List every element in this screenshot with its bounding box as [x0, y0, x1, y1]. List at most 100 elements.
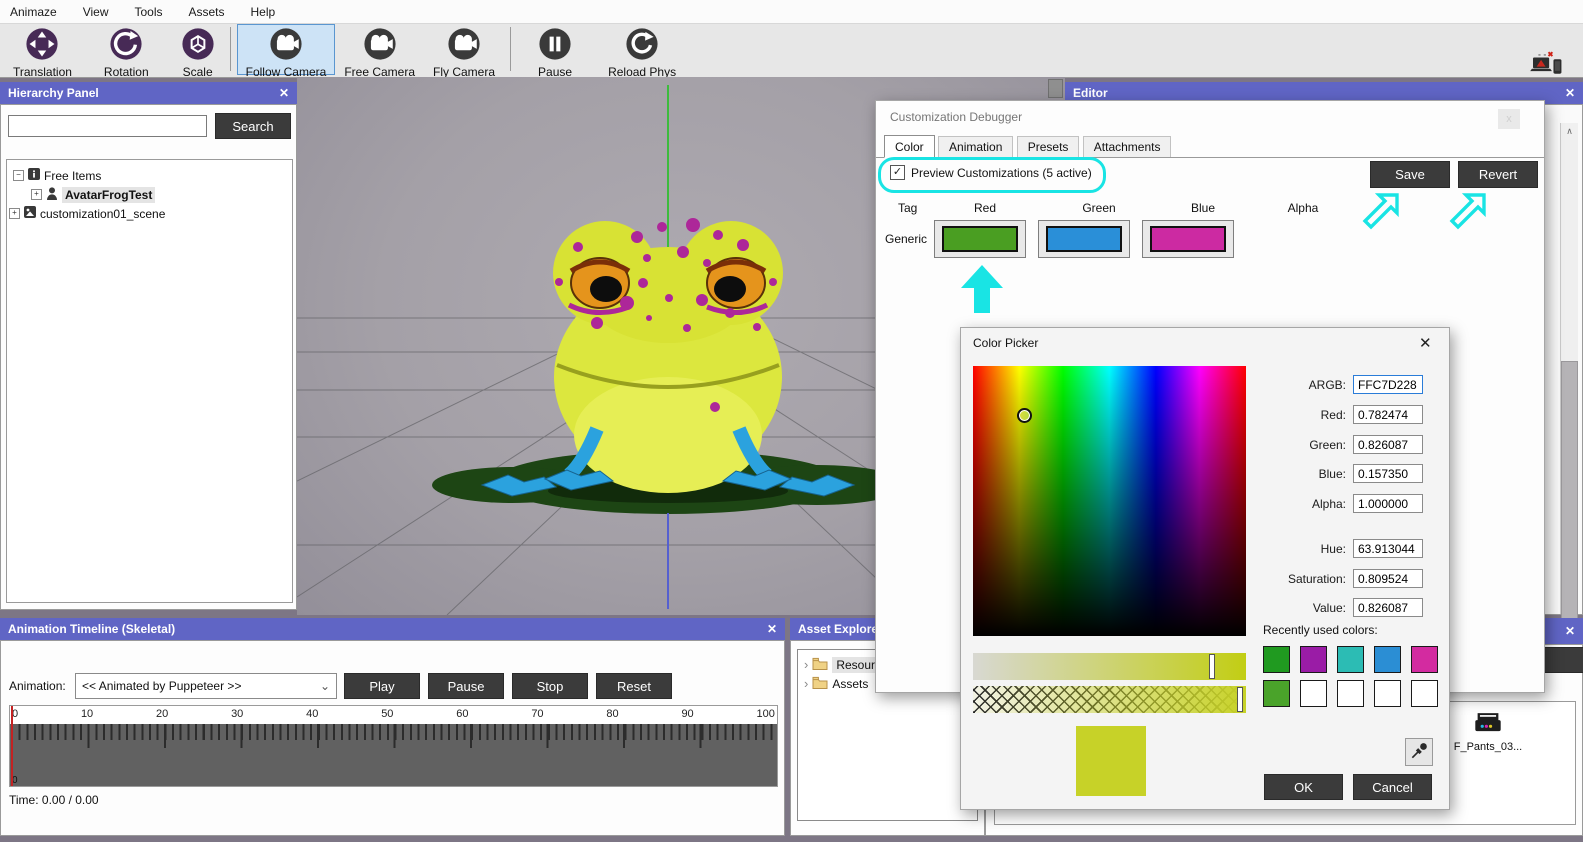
- recent-color-swatch[interactable]: [1411, 646, 1438, 673]
- dialog-close-button[interactable]: x: [1498, 109, 1520, 129]
- recent-color-swatch[interactable]: [1263, 646, 1290, 673]
- gradient-cursor[interactable]: [1017, 408, 1032, 423]
- green-channel-swatch[interactable]: [1038, 220, 1130, 258]
- hue-value-gradient[interactable]: [973, 366, 1246, 636]
- timeline-ruler[interactable]: 0 10 20 30 40 50 60 70 80 90 100 0: [9, 705, 778, 787]
- recent-color-swatch[interactable]: [1337, 646, 1364, 673]
- blue-channel-swatch[interactable]: [1142, 220, 1234, 258]
- menu-tools[interactable]: Tools: [134, 5, 162, 19]
- asset-file-label: F_Pants_03...: [1453, 741, 1523, 753]
- column-header-blue: Blue: [1190, 201, 1216, 215]
- tree-item-label: customization01_scene: [40, 206, 166, 221]
- menu-animaze[interactable]: Animaze: [10, 5, 57, 19]
- tree-item-avatar[interactable]: + AvatarFrogTest: [7, 185, 292, 204]
- current-color-preview: [1076, 726, 1146, 796]
- saturation-slider-handle[interactable]: [1209, 654, 1215, 679]
- hue-input[interactable]: [1353, 539, 1423, 558]
- panel-action-button[interactable]: [1542, 647, 1583, 673]
- hierarchy-panel-titlebar[interactable]: Hierarchy Panel ✕: [0, 82, 297, 104]
- hierarchy-search-button[interactable]: Search: [215, 113, 291, 139]
- alpha-slider-handle[interactable]: [1237, 687, 1243, 712]
- value-input[interactable]: [1353, 598, 1423, 617]
- scale-button[interactable]: Scale: [172, 24, 224, 79]
- tree-item-scene[interactable]: + customization01_scene: [7, 204, 292, 223]
- toolbar: Translation Rotation Scale Follow Camera…: [0, 24, 1583, 95]
- alpha-slider[interactable]: [973, 686, 1246, 713]
- alpha-input[interactable]: [1353, 494, 1423, 513]
- red-input[interactable]: [1353, 405, 1423, 424]
- timeline-panel-titlebar[interactable]: Animation Timeline (Skeletal) ✕: [0, 618, 785, 640]
- green-input[interactable]: [1353, 435, 1423, 454]
- tree-item-free-items[interactable]: − Free Items: [7, 166, 292, 185]
- annotation-arrow-save: [1359, 193, 1399, 236]
- menu-assets[interactable]: Assets: [189, 5, 225, 19]
- color-picker-title: Color Picker: [973, 336, 1039, 350]
- free-camera-button[interactable]: Free Camera: [335, 24, 424, 79]
- rotation-button[interactable]: Rotation: [95, 24, 158, 79]
- tab-color[interactable]: Color: [884, 135, 935, 158]
- scroll-up-icon[interactable]: ∧: [1561, 123, 1578, 140]
- close-icon[interactable]: ✕: [1565, 86, 1575, 100]
- hierarchy-panel: Hierarchy Panel ✕ Search − Free Items + …: [0, 82, 297, 610]
- reload-phys-button[interactable]: Reload Phys: [599, 24, 685, 79]
- rotation-label: Rotation: [103, 65, 149, 79]
- checkbox-check-icon: ✓: [890, 165, 905, 180]
- editor-scrollbar[interactable]: ∧: [1560, 123, 1578, 633]
- translation-button[interactable]: Translation: [4, 24, 81, 79]
- editor-scrollbar-thumb[interactable]: [1561, 361, 1578, 633]
- asset-explorer-title: Asset Explorer: [798, 622, 883, 636]
- expand-icon[interactable]: +: [31, 189, 42, 200]
- hierarchy-search-input[interactable]: [8, 115, 207, 137]
- recent-color-swatch[interactable]: [1263, 680, 1290, 707]
- ok-button[interactable]: OK: [1264, 774, 1343, 800]
- collapse-icon[interactable]: −: [13, 170, 24, 181]
- panel-splitter[interactable]: [1048, 79, 1063, 98]
- timeline-track[interactable]: 0: [10, 724, 777, 786]
- frog-avatar: [480, 218, 856, 497]
- chevron-right-icon[interactable]: ›: [804, 657, 808, 672]
- pause-button-timeline[interactable]: Pause: [428, 673, 504, 699]
- fly-camera-button[interactable]: Fly Camera: [424, 24, 504, 79]
- recent-color-swatch[interactable]: [1374, 680, 1401, 707]
- recent-color-swatch[interactable]: [1374, 646, 1401, 673]
- saturation-input[interactable]: [1353, 569, 1423, 588]
- red-channel-swatch[interactable]: [934, 220, 1026, 258]
- chevron-right-icon[interactable]: ›: [804, 676, 808, 691]
- revert-button[interactable]: Revert: [1458, 161, 1538, 188]
- asset-thumb[interactable]: F_Pants_03...: [1453, 712, 1523, 753]
- close-icon[interactable]: ✕: [1565, 624, 1575, 638]
- stop-button[interactable]: Stop: [512, 673, 588, 699]
- close-icon[interactable]: ✕: [279, 86, 289, 100]
- green-label: Green:: [1309, 438, 1346, 452]
- menu-view[interactable]: View: [83, 5, 109, 19]
- recent-color-swatch[interactable]: [1300, 680, 1327, 707]
- saturation-slider[interactable]: [973, 653, 1246, 680]
- pause-button[interactable]: Pause: [529, 24, 581, 79]
- recent-color-swatch[interactable]: [1337, 680, 1364, 707]
- playhead[interactable]: [11, 706, 13, 786]
- blue-input[interactable]: [1353, 464, 1423, 483]
- tab-presets[interactable]: Presets: [1016, 135, 1080, 157]
- preview-customizations-label: Preview Customizations (5 active): [911, 165, 1092, 180]
- play-button[interactable]: Play: [344, 673, 420, 699]
- follow-camera-button[interactable]: Follow Camera: [236, 24, 336, 79]
- recent-color-swatch[interactable]: [1411, 680, 1438, 707]
- close-icon[interactable]: ✕: [1419, 334, 1432, 352]
- save-button[interactable]: Save: [1370, 161, 1450, 188]
- tab-animation[interactable]: Animation: [938, 135, 1014, 157]
- animation-dropdown[interactable]: << Animated by Puppeteer >> ⌄: [75, 673, 337, 699]
- preview-customizations-checkbox[interactable]: ✓ Preview Customizations (5 active): [890, 165, 1092, 180]
- close-icon[interactable]: ✕: [767, 622, 777, 636]
- blue-label: Blue:: [1318, 467, 1346, 481]
- cancel-button[interactable]: Cancel: [1353, 774, 1432, 800]
- recent-colors-row2: [1263, 680, 1439, 707]
- eyedropper-button[interactable]: [1405, 738, 1433, 766]
- hue-label: Hue:: [1320, 542, 1346, 556]
- tab-attachments[interactable]: Attachments: [1082, 135, 1172, 157]
- menu-help[interactable]: Help: [251, 5, 276, 19]
- expand-icon[interactable]: +: [9, 208, 20, 219]
- reset-button[interactable]: Reset: [596, 673, 672, 699]
- column-header-red: Red: [973, 201, 996, 215]
- recent-color-swatch[interactable]: [1300, 646, 1327, 673]
- argb-input[interactable]: [1353, 375, 1423, 394]
